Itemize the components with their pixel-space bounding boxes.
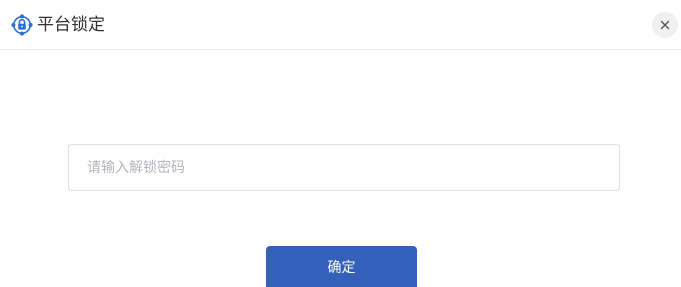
- dialog-header: 平台锁定: [0, 0, 681, 50]
- lock-network-icon: [10, 13, 34, 37]
- close-icon: [660, 20, 670, 30]
- lock-platform-dialog: 平台锁定 确定: [0, 0, 681, 287]
- dialog-title: 平台锁定: [37, 15, 105, 35]
- confirm-button[interactable]: 确定: [266, 246, 417, 287]
- close-button[interactable]: [652, 12, 678, 38]
- unlock-password-input[interactable]: [68, 144, 620, 191]
